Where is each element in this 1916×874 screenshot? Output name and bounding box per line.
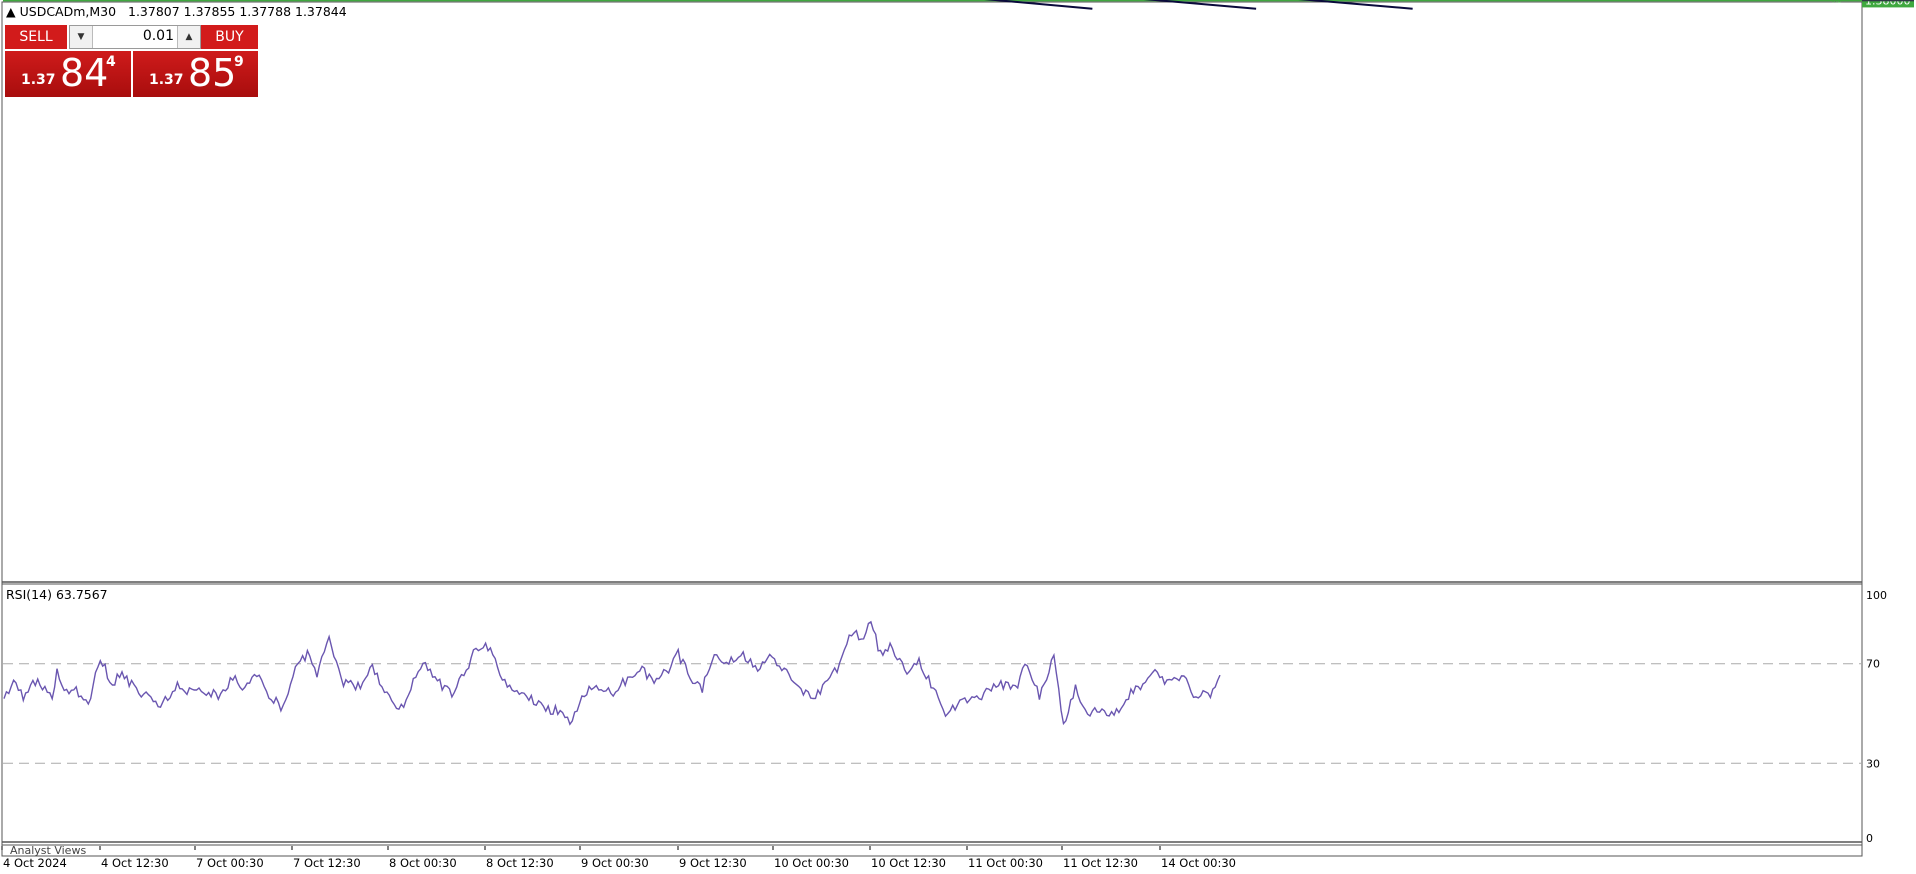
time-tick-label: 10 Oct 00:30 bbox=[774, 856, 849, 870]
buy-price-prefix: 1.37 bbox=[149, 72, 184, 88]
time-tick-label: 9 Oct 12:30 bbox=[679, 856, 747, 870]
time-tick-label: 11 Oct 00:30 bbox=[968, 856, 1043, 870]
chart-canvas[interactable]: R1PivotS2S3 1.379251.377001.374751.37020… bbox=[0, 0, 1916, 874]
one-click-trading-panel: SELL ▼ 0.01 ▲ BUY 1.37 84 4 1.37 85 9 bbox=[5, 25, 258, 97]
time-tick-label: 8 Oct 12:30 bbox=[486, 856, 554, 870]
rsi-indicator-label: RSI(14) 63.7567 bbox=[6, 587, 108, 602]
chart-window: R1PivotS2S3 1.379251.377001.374751.37020… bbox=[0, 0, 1916, 874]
time-tick-label: 4 Oct 12:30 bbox=[101, 856, 169, 870]
time-tick-label: 11 Oct 12:30 bbox=[1063, 856, 1138, 870]
lot-size-input[interactable]: 0.01 bbox=[100, 28, 174, 44]
time-tick-label: 7 Oct 00:30 bbox=[196, 856, 264, 870]
time-tick-label: 7 Oct 12:30 bbox=[293, 856, 361, 870]
buy-button[interactable]: BUY bbox=[201, 25, 258, 49]
time-tick-label: 10 Oct 12:30 bbox=[871, 856, 946, 870]
rsi-line bbox=[3, 620, 1221, 726]
rsi-tick-label: 30 bbox=[1866, 757, 1880, 770]
collapse-arrow-icon[interactable]: ▲ bbox=[6, 4, 16, 19]
sell-price-big-digits: 84 bbox=[60, 51, 109, 95]
symbol-title: USDCADm,M30 bbox=[19, 4, 117, 19]
rsi-layer bbox=[3, 620, 1862, 764]
symbol-bar: ▲ USDCADm,M30 1.37807 1.37855 1.37788 1.… bbox=[6, 5, 347, 19]
rsi-tick-label: 0 bbox=[1866, 832, 1873, 845]
time-tick-label: 4 Oct 2024 bbox=[3, 856, 67, 870]
ohlc-values: 1.37807 1.37855 1.37788 1.37844 bbox=[128, 4, 347, 19]
buy-price-big-digits: 85 bbox=[188, 51, 237, 95]
axis-layer: 1.379251.377001.374751.370201.368051.365… bbox=[1, 0, 1916, 874]
lot-increase-icon[interactable]: ▲ bbox=[177, 26, 200, 48]
chart-frame bbox=[1, 1, 1863, 857]
rsi-tick-label: 100 bbox=[1866, 589, 1887, 602]
price-axis-background bbox=[1863, 0, 1916, 874]
frame-layer bbox=[1, 1, 1863, 857]
analyst-views-tab[interactable]: Analyst Views bbox=[10, 844, 86, 858]
lot-size-stepper[interactable]: ▼ 0.01 ▲ bbox=[69, 25, 201, 49]
sell-button[interactable]: SELL bbox=[5, 25, 67, 49]
price-level-label-bid: 1.37844 bbox=[1865, 0, 1911, 1]
lot-decrease-icon[interactable]: ▼ bbox=[70, 26, 93, 48]
level-tag-r1: R1 bbox=[1832, 0, 1841, 5]
rsi-tick-label: 70 bbox=[1866, 658, 1880, 671]
sell-price-prefix: 1.37 bbox=[21, 72, 56, 88]
time-tick-label: 9 Oct 00:30 bbox=[581, 856, 649, 870]
time-tick-label: 8 Oct 00:30 bbox=[389, 856, 457, 870]
time-tick-label: 14 Oct 00:30 bbox=[1161, 856, 1236, 870]
sell-price-small-digit: 4 bbox=[106, 54, 116, 70]
buy-price-quote[interactable]: 1.37 85 9 bbox=[133, 51, 258, 97]
sell-price-quote[interactable]: 1.37 84 4 bbox=[5, 51, 131, 97]
buy-price-small-digit: 9 bbox=[234, 54, 244, 70]
